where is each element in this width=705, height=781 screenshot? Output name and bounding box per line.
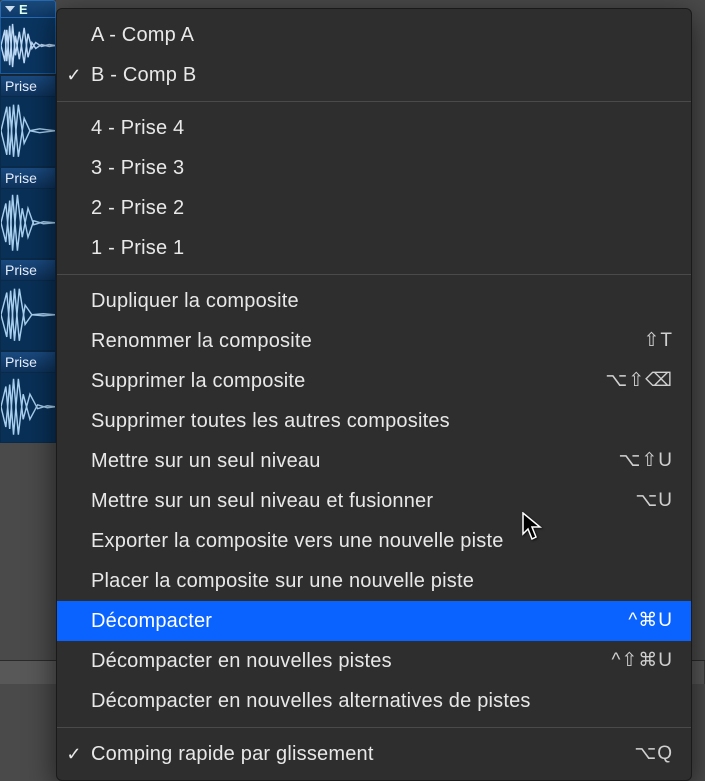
menu-item-take-4[interactable]: 4 - Prise 4 [57, 108, 691, 148]
take-label: Prise [5, 262, 37, 278]
menu-separator [57, 101, 691, 102]
track-header[interactable]: E [0, 0, 56, 18]
take-region[interactable]: Prise [0, 258, 56, 350]
menu-item-label: 4 - Prise 4 [91, 113, 673, 143]
take-region-header[interactable]: Prise [0, 167, 56, 189]
menu-item-shortcut: ⌥U [635, 487, 673, 516]
menu-item-delete-comp[interactable]: Supprimer la composite ⌥⇧⌫ [57, 361, 691, 401]
take-waveform[interactable] [0, 281, 56, 351]
menu-item-label: Comping rapide par glissement [91, 739, 634, 769]
take-region[interactable]: Prise [0, 74, 56, 166]
take-label: Prise [5, 354, 37, 370]
menu-item-label: Mettre sur un seul niveau et fusionner [91, 486, 635, 516]
menu-item-shortcut: ⇧T [643, 327, 673, 356]
take-region-header[interactable]: Prise [0, 351, 56, 373]
take-region-header[interactable]: Prise [0, 75, 56, 97]
menu-item-label: Décompacter [91, 606, 628, 636]
disclosure-triangle-icon[interactable] [5, 6, 15, 12]
menu-item-shortcut: ⌥Q [634, 740, 673, 769]
menu-item-label: 3 - Prise 3 [91, 153, 673, 183]
menu-item-label: B - Comp B [91, 60, 673, 90]
take-waveform[interactable] [0, 97, 56, 167]
menu-item-take-1[interactable]: 1 - Prise 1 [57, 228, 691, 268]
menu-item-take-2[interactable]: 2 - Prise 2 [57, 188, 691, 228]
menu-item-comp-b[interactable]: ✓ B - Comp B [57, 55, 691, 95]
menu-item-comp-a[interactable]: A - Comp A [57, 15, 691, 55]
take-label: Prise [5, 170, 37, 186]
menu-item-shortcut: ^⌘U [628, 607, 673, 636]
main-waveform[interactable] [0, 18, 56, 74]
menu-item-unpack-new-tracks[interactable]: Décompacter en nouvelles pistes ^⇧⌘U [57, 641, 691, 681]
menu-item-flatten[interactable]: Mettre sur un seul niveau ⌥⇧U [57, 441, 691, 481]
menu-item-label: Renommer la composite [91, 326, 643, 356]
menu-item-unpack-new-alternatives[interactable]: Décompacter en nouvelles alternatives de… [57, 681, 691, 721]
take-waveform[interactable] [0, 189, 56, 259]
menu-item-duplicate-comp[interactable]: Dupliquer la composite [57, 281, 691, 321]
menu-item-label: Supprimer toutes les autres composites [91, 406, 673, 436]
menu-item-label: Exporter la composite vers une nouvelle … [91, 526, 673, 556]
menu-item-flatten-merge[interactable]: Mettre sur un seul niveau et fusionner ⌥… [57, 481, 691, 521]
menu-separator [57, 274, 691, 275]
take-region-header[interactable]: Prise [0, 259, 56, 281]
checkmark-icon: ✓ [57, 62, 91, 89]
menu-item-label: Décompacter en nouvelles pistes [91, 646, 611, 676]
menu-item-take-3[interactable]: 3 - Prise 3 [57, 148, 691, 188]
menu-item-delete-other-comps[interactable]: Supprimer toutes les autres composites [57, 401, 691, 441]
menu-item-shortcut: ^⇧⌘U [611, 647, 673, 676]
menu-item-label: Dupliquer la composite [91, 286, 673, 316]
track-header-label: E [19, 2, 28, 17]
menu-item-label: 1 - Prise 1 [91, 233, 673, 263]
track-area: E Prise Prise Prise Prise [0, 0, 56, 442]
menu-item-label: Placer la composite sur une nouvelle pis… [91, 566, 673, 596]
take-region[interactable]: Prise [0, 166, 56, 258]
menu-item-label: A - Comp A [91, 20, 673, 50]
menu-item-shortcut: ⌥⇧U [618, 447, 673, 476]
menu-separator [57, 727, 691, 728]
checkmark-icon: ✓ [57, 741, 91, 768]
timeline-tick [0, 661, 64, 684]
menu-item-label: Supprimer la composite [91, 366, 605, 396]
menu-item-label: 2 - Prise 2 [91, 193, 673, 223]
take-waveform[interactable] [0, 373, 56, 443]
take-region[interactable]: Prise [0, 350, 56, 442]
menu-item-unpack[interactable]: Décompacter ^⌘U [57, 601, 691, 641]
menu-item-move-comp-new-track[interactable]: Placer la composite sur une nouvelle pis… [57, 561, 691, 601]
menu-item-rename-comp[interactable]: Renommer la composite ⇧T [57, 321, 691, 361]
menu-item-quick-swipe-comping[interactable]: ✓ Comping rapide par glissement ⌥Q [57, 734, 691, 774]
menu-item-shortcut: ⌥⇧⌫ [605, 367, 673, 396]
take-folder-context-menu: A - Comp A ✓ B - Comp B 4 - Prise 4 3 - … [56, 8, 692, 781]
menu-item-label: Décompacter en nouvelles alternatives de… [91, 686, 673, 716]
menu-item-export-comp-new-track[interactable]: Exporter la composite vers une nouvelle … [57, 521, 691, 561]
take-label: Prise [5, 78, 37, 94]
menu-item-label: Mettre sur un seul niveau [91, 446, 618, 476]
